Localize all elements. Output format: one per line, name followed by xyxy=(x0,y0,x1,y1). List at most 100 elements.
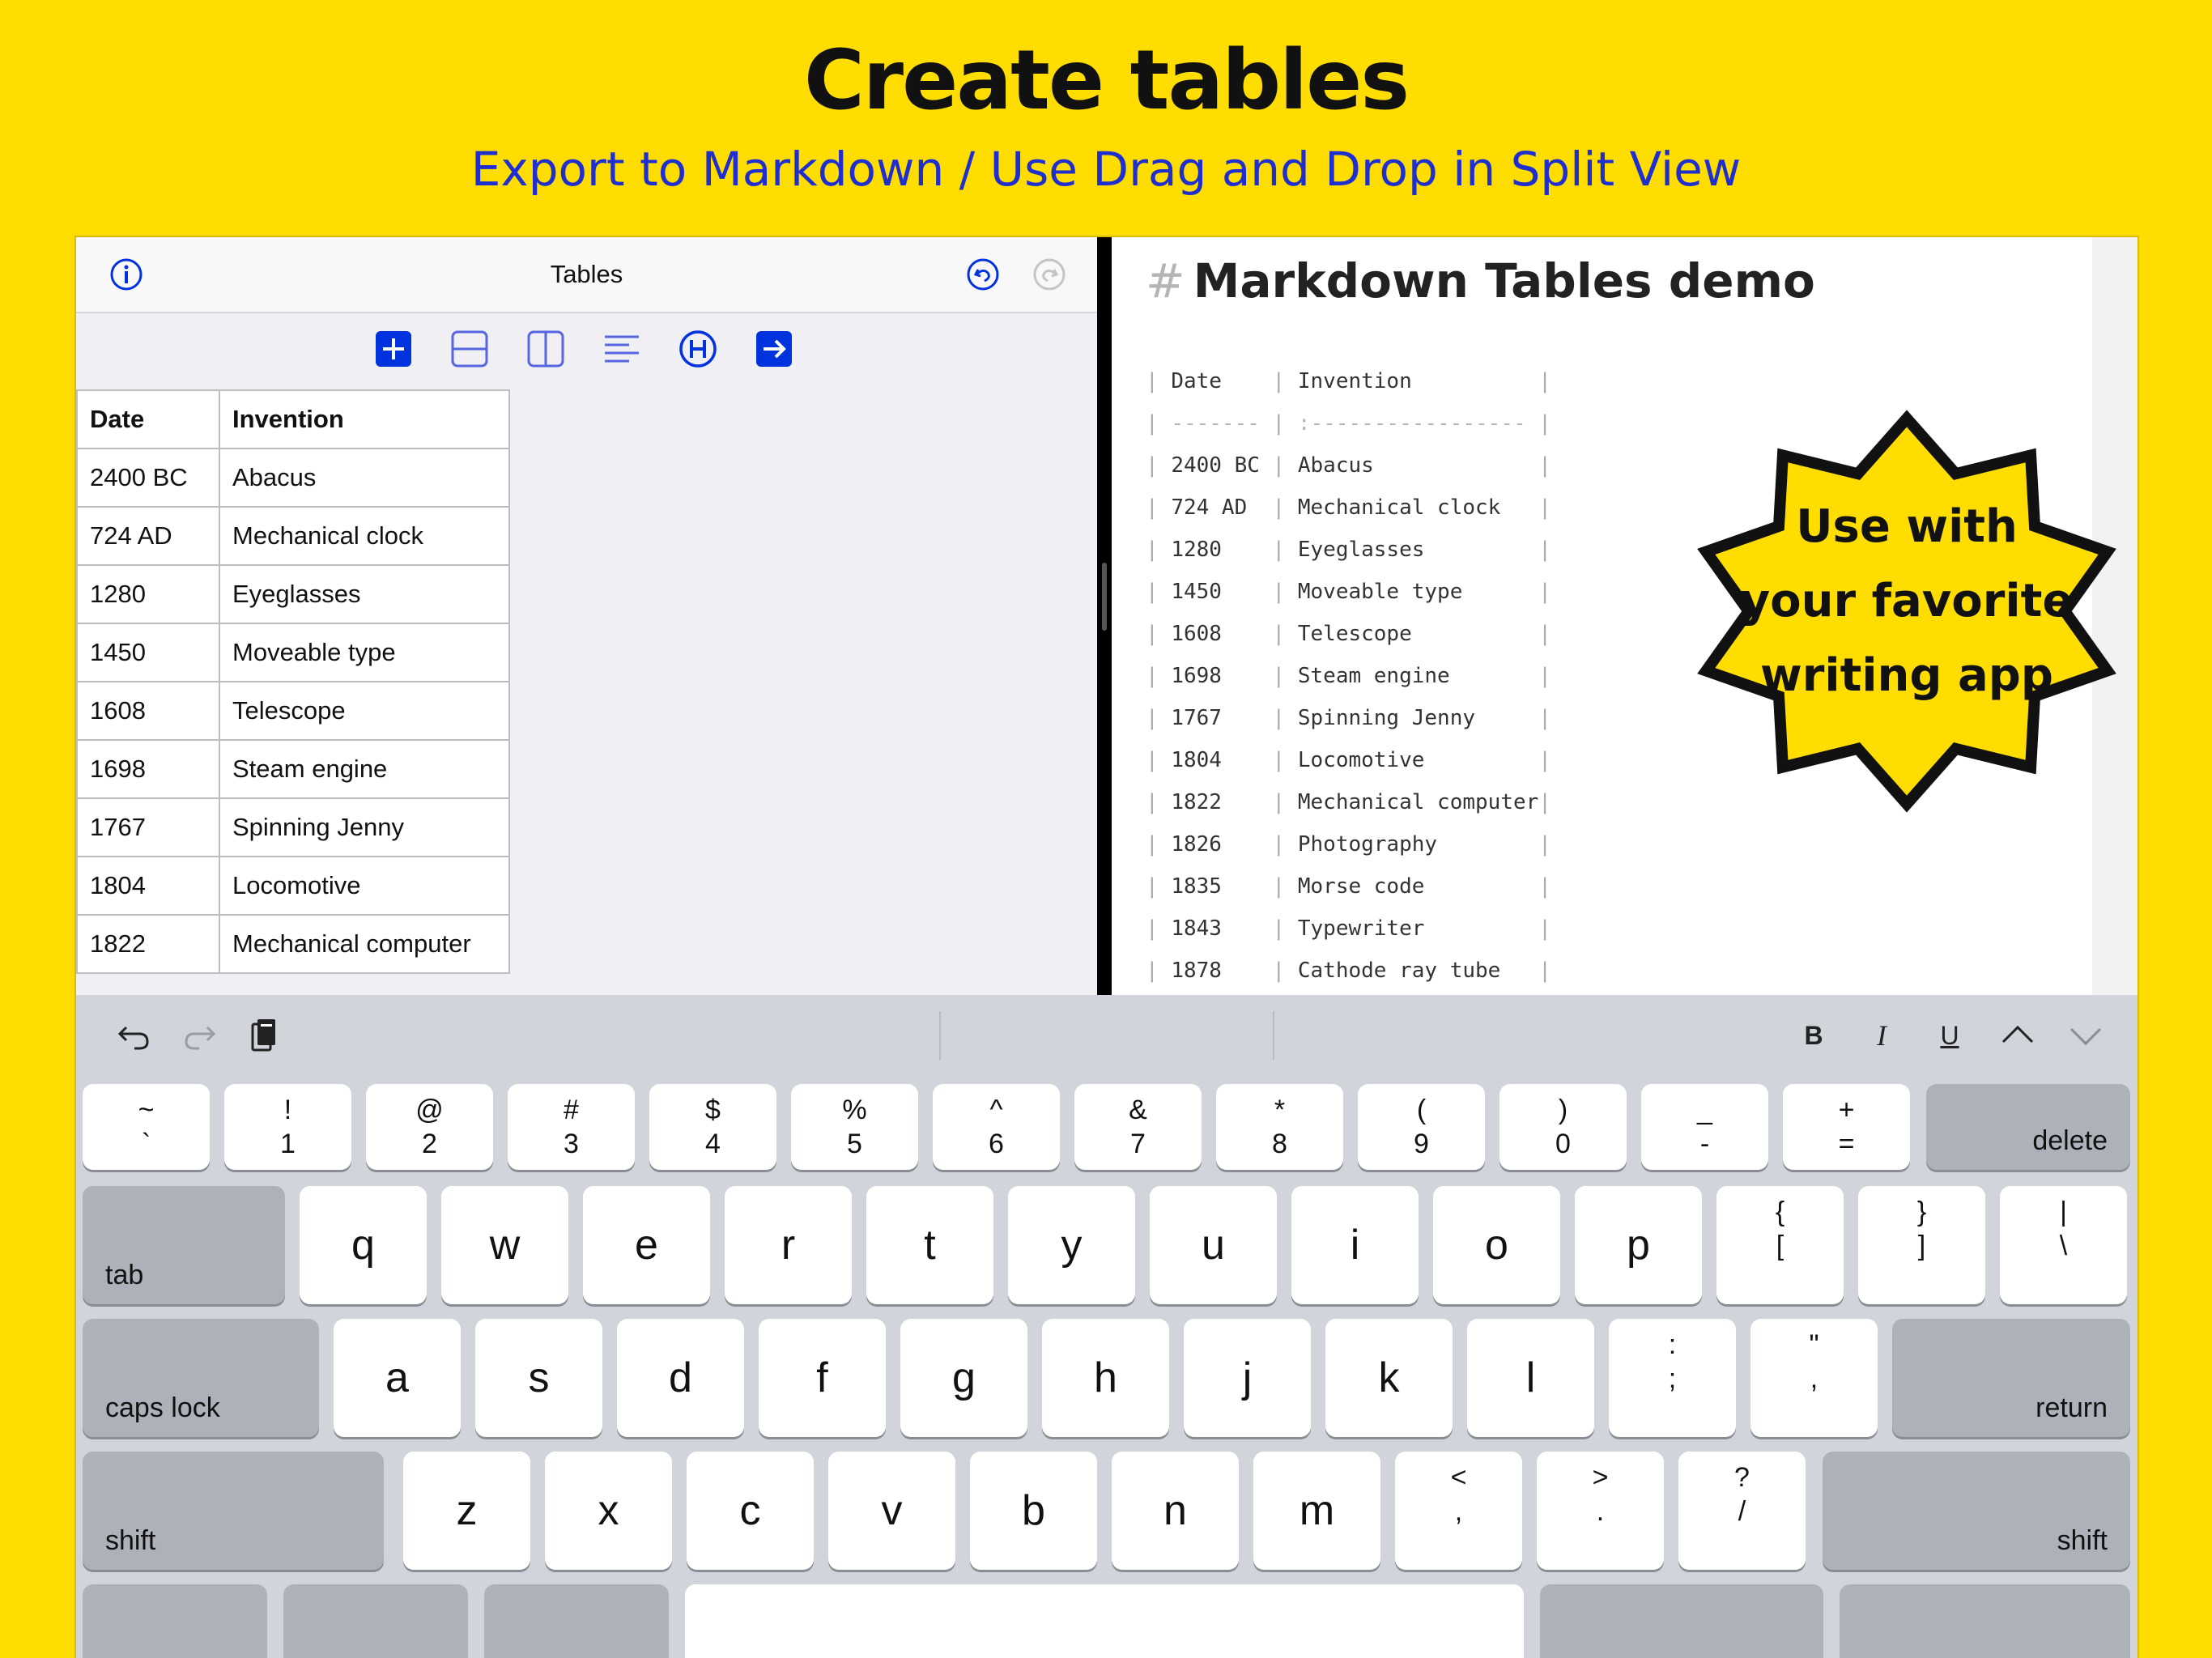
dictation-key[interactable] xyxy=(484,1584,669,1658)
markdown-editor-pane[interactable]: # Markdown Tables demo | Date | Invention… xyxy=(1112,237,2138,995)
globe-key[interactable] xyxy=(83,1584,267,1658)
table-cell[interactable]: 1822 xyxy=(76,914,220,974)
redo-circle-icon[interactable] xyxy=(1032,257,1067,292)
hide-keyboard-key[interactable] xyxy=(1840,1584,2130,1658)
key-=[interactable]: + = xyxy=(1783,1084,1910,1170)
key-l[interactable]: l xyxy=(1467,1319,1594,1437)
key-`[interactable]: ~ ` xyxy=(83,1084,210,1170)
split-view-handle[interactable] xyxy=(1102,563,1107,631)
key-r[interactable]: r xyxy=(725,1186,852,1304)
undo-arrow-icon[interactable] xyxy=(112,1013,157,1058)
header-cell-invention[interactable]: Invention xyxy=(219,389,510,449)
key-a[interactable]: a xyxy=(334,1319,461,1437)
table-cell[interactable]: Steam engine xyxy=(219,739,510,799)
key-9[interactable]: (9 xyxy=(1358,1084,1485,1170)
markdown-table-source[interactable]: | Date | Invention | | ------- | :-------… xyxy=(1146,360,1551,992)
table-cell[interactable]: 1767 xyxy=(76,797,220,857)
key-symbol[interactable]: ? / xyxy=(1678,1452,1806,1570)
key-7[interactable]: & 7 xyxy=(1074,1084,1202,1170)
key-j[interactable]: j xyxy=(1184,1319,1311,1437)
table-cell[interactable]: 1804 xyxy=(76,856,220,916)
table-cell[interactable]: 1450 xyxy=(76,623,220,682)
key-q[interactable]: q xyxy=(300,1186,427,1304)
key-symbol[interactable]: | \ xyxy=(2000,1186,2127,1304)
key-symbol[interactable]: }] xyxy=(1858,1186,1985,1304)
return-key[interactable]: return xyxy=(1892,1319,2130,1437)
redo-arrow-icon[interactable] xyxy=(177,1013,222,1058)
insert-column-icon[interactable] xyxy=(526,329,565,368)
header-icon[interactable] xyxy=(678,329,717,368)
insert-row-icon[interactable] xyxy=(450,329,489,368)
table-cell[interactable]: Moveable type xyxy=(219,623,510,682)
info-icon[interactable] xyxy=(108,257,144,292)
caps-lock-key[interactable]: caps lock xyxy=(83,1319,319,1437)
table-cell[interactable]: 1608 xyxy=(76,681,220,741)
key-1[interactable]: ! 1 xyxy=(224,1084,351,1170)
underline-button[interactable]: U xyxy=(1927,1013,1972,1058)
table-cell[interactable]: 1698 xyxy=(76,739,220,799)
key-2[interactable]: @2 xyxy=(366,1084,493,1170)
key-symbol[interactable]: {[ xyxy=(1716,1186,1844,1304)
key-s[interactable]: s xyxy=(475,1319,602,1437)
key-label: ; xyxy=(1668,1363,1677,1394)
key-t[interactable]: t xyxy=(866,1186,993,1304)
key-symbol[interactable]: ", xyxy=(1750,1319,1878,1437)
space-bar[interactable] xyxy=(685,1584,1524,1658)
key-h[interactable]: h xyxy=(1042,1319,1169,1437)
key-symbol[interactable]: :; xyxy=(1609,1319,1736,1437)
key-4[interactable]: $4 xyxy=(649,1084,776,1170)
key-c[interactable]: c xyxy=(687,1452,814,1570)
key-f[interactable]: f xyxy=(759,1319,886,1437)
key-n[interactable]: n xyxy=(1112,1452,1239,1570)
export-icon[interactable] xyxy=(755,329,793,368)
key-b[interactable]: b xyxy=(970,1452,1097,1570)
table-cell[interactable]: 724 AD xyxy=(76,506,220,566)
shift-left-key[interactable]: shift xyxy=(83,1452,384,1570)
tab-key[interactable]: tab xyxy=(83,1186,285,1304)
key-k[interactable]: k xyxy=(1325,1319,1453,1437)
table-cell[interactable]: Abacus xyxy=(219,448,510,508)
clipboard-icon[interactable] xyxy=(241,1013,287,1058)
align-left-icon[interactable] xyxy=(602,329,641,368)
key-m[interactable]: m xyxy=(1253,1452,1380,1570)
key-d[interactable]: d xyxy=(617,1319,744,1437)
number-mode-key-right[interactable] xyxy=(1540,1584,1823,1658)
key-g[interactable]: g xyxy=(900,1319,1027,1437)
key-symbol[interactable]: >. xyxy=(1537,1452,1664,1570)
table-cell[interactable]: 1280 xyxy=(76,564,220,624)
italic-button[interactable]: I xyxy=(1859,1013,1904,1058)
key-v[interactable]: v xyxy=(828,1452,955,1570)
key-3[interactable]: #3 xyxy=(508,1084,635,1170)
key-o[interactable]: o xyxy=(1433,1186,1560,1304)
key-u[interactable]: u xyxy=(1150,1186,1277,1304)
add-icon[interactable] xyxy=(374,329,413,368)
chevron-down-icon[interactable] xyxy=(2063,1013,2108,1058)
chevron-up-icon[interactable] xyxy=(1995,1013,2040,1058)
header-cell-date[interactable]: Date xyxy=(76,389,220,449)
key-w[interactable]: w xyxy=(441,1186,568,1304)
shift-right-key[interactable]: shift xyxy=(1823,1452,2130,1570)
key-symbol[interactable]: <, xyxy=(1395,1452,1522,1570)
table-cell[interactable]: Eyeglasses xyxy=(219,564,510,624)
key-5[interactable]: % 5 xyxy=(791,1084,918,1170)
delete-key[interactable]: delete xyxy=(1926,1084,2130,1170)
table-cell[interactable]: Mechanical clock xyxy=(219,506,510,566)
key-8[interactable]: * 8 xyxy=(1216,1084,1343,1170)
table-cell[interactable]: Locomotive xyxy=(219,856,510,916)
table-cell[interactable]: Spinning Jenny xyxy=(219,797,510,857)
key-z[interactable]: z xyxy=(403,1452,530,1570)
key-e[interactable]: e xyxy=(583,1186,710,1304)
key-i[interactable]: i xyxy=(1291,1186,1419,1304)
bold-button[interactable]: B xyxy=(1791,1013,1836,1058)
key-0[interactable]: ) 0 xyxy=(1499,1084,1627,1170)
number-mode-key[interactable] xyxy=(283,1584,468,1658)
key-x[interactable]: x xyxy=(545,1452,672,1570)
key-y[interactable]: y xyxy=(1008,1186,1135,1304)
table-cell[interactable]: Mechanical computer xyxy=(219,914,510,974)
undo-circle-icon[interactable] xyxy=(965,257,1001,292)
table-cell[interactable]: 2400 BC xyxy=(76,448,220,508)
key-p[interactable]: p xyxy=(1575,1186,1702,1304)
table-cell[interactable]: Telescope xyxy=(219,681,510,741)
key--[interactable]: _ - xyxy=(1641,1084,1768,1170)
key-6[interactable]: ^ 6 xyxy=(933,1084,1060,1170)
